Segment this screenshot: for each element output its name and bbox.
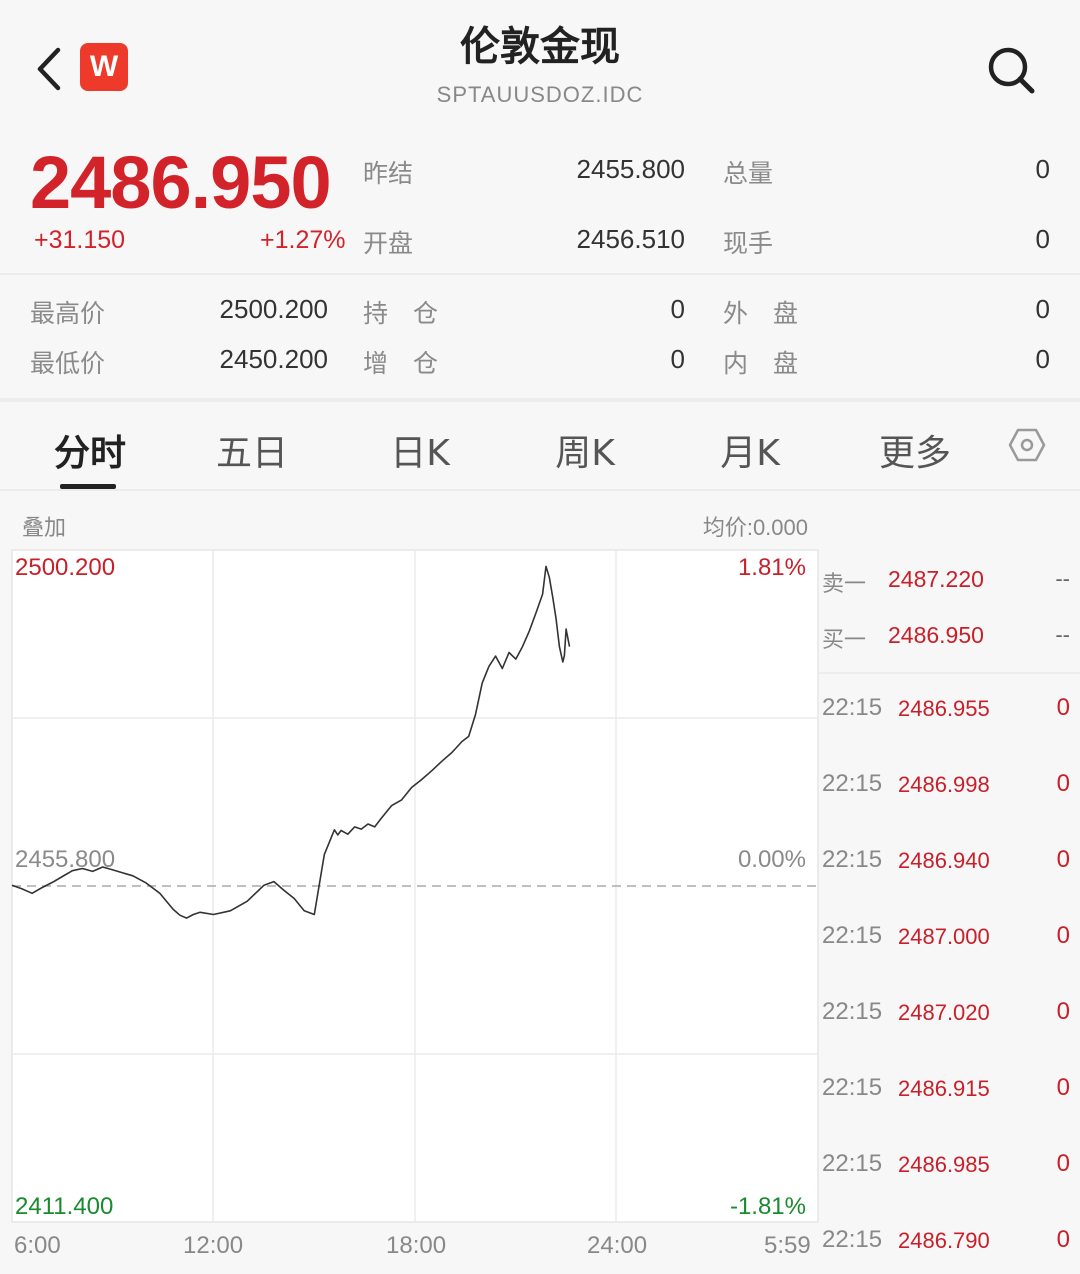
tick-volume: 0: [1056, 1074, 1070, 1101]
bid-label: 买一: [822, 628, 867, 653]
bid-price: 2486.950: [888, 622, 984, 648]
tick-volume: 0: [1056, 998, 1070, 1025]
ask-label: 卖一: [822, 572, 867, 597]
tick-volume: 0: [1056, 922, 1070, 949]
y-label-left-top: 2500.200: [15, 554, 116, 581]
tick-time: 22:15: [822, 1074, 883, 1101]
tick-volume: 0: [1056, 846, 1070, 873]
tick-price: 2486.790: [898, 1228, 990, 1253]
tick-volume: 0: [1056, 694, 1070, 721]
tick-price: 2487.000: [898, 924, 990, 949]
tick-volume: 0: [1056, 770, 1070, 797]
y-label-right-bottom: -1.81%: [729, 1193, 806, 1220]
tick-time: 22:15: [822, 694, 883, 721]
tick-price: 2486.998: [898, 772, 990, 797]
x-tick-label: 12:00: [183, 1232, 244, 1259]
tick-time: 22:15: [822, 846, 883, 873]
tick-time: 22:15: [822, 1226, 883, 1253]
bid-volume: --: [1055, 622, 1070, 647]
tick-price: 2486.955: [898, 696, 990, 721]
tick-volume: 0: [1056, 1150, 1070, 1177]
tick-time: 22:15: [822, 922, 883, 949]
tick-price: 2486.940: [898, 848, 990, 873]
tick-price: 2487.020: [898, 1000, 990, 1025]
tick-time: 22:15: [822, 998, 883, 1025]
y-label-right-top: 1.81%: [737, 554, 806, 581]
y-label-left-mid: 2455.800: [15, 846, 116, 873]
ask-price: 2487.220: [888, 566, 984, 592]
divider: [818, 672, 1080, 674]
tick-price: 2486.915: [898, 1076, 990, 1101]
tick-volume: 0: [1056, 1226, 1070, 1253]
y-label-left-bottom: 2411.400: [15, 1193, 114, 1220]
tick-time: 22:15: [822, 770, 883, 797]
x-tick-label: 5:59: [764, 1232, 811, 1259]
y-label-right-mid: 0.00%: [737, 846, 806, 873]
x-tick-label: 6:00: [14, 1232, 61, 1259]
x-tick-label: 24:00: [587, 1232, 648, 1259]
ask-volume: --: [1055, 566, 1070, 591]
x-tick-label: 18:00: [386, 1232, 447, 1259]
tick-price: 2486.985: [898, 1152, 990, 1177]
tick-time: 22:15: [822, 1150, 883, 1177]
